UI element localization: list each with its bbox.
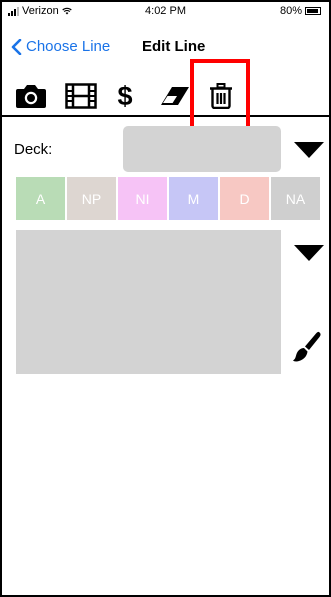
delete-button[interactable]	[204, 81, 238, 111]
status-right: 80%	[280, 5, 321, 17]
category-label: NA	[285, 190, 306, 207]
category-tile-ni[interactable]: NI	[118, 177, 167, 220]
category-label: NI	[135, 190, 150, 207]
category-tile-na[interactable]: NA	[271, 177, 320, 220]
film-icon	[65, 83, 97, 109]
camera-button[interactable]	[14, 81, 48, 111]
back-label: Choose Line	[26, 38, 111, 55]
nav-bar: Choose Line Edit Line	[2, 26, 329, 60]
brush-icon[interactable]	[292, 331, 322, 363]
eraser-button[interactable]	[158, 81, 192, 111]
battery-percent: 80%	[279, 5, 302, 17]
back-button[interactable]: Choose Line	[10, 38, 110, 55]
category-tile-np[interactable]: NP	[67, 177, 116, 220]
eraser-icon	[161, 87, 189, 105]
category-label: A	[35, 190, 46, 207]
page-title: Edit Line	[142, 38, 206, 55]
deck-label: Deck:	[14, 141, 53, 158]
category-row: A NP NI M D NA	[16, 177, 320, 220]
film-button[interactable]	[64, 81, 98, 111]
category-label: D	[239, 190, 250, 207]
notes-area[interactable]	[16, 230, 281, 374]
dollar-button[interactable]: $	[108, 81, 142, 111]
category-label: M	[187, 190, 200, 207]
chevron-left-icon	[11, 38, 22, 55]
notes-dropdown-icon[interactable]	[294, 245, 324, 261]
camera-icon	[16, 85, 46, 108]
deck-field[interactable]	[123, 126, 281, 172]
dollar-icon: $	[117, 80, 133, 111]
toolbar: $	[2, 65, 329, 117]
status-bar: Verizon 4:02 PM 80%	[2, 2, 329, 20]
category-tile-a[interactable]: A	[16, 177, 65, 220]
trash-icon	[210, 83, 232, 109]
battery-icon	[305, 7, 321, 15]
deck-dropdown-icon[interactable]	[294, 142, 324, 158]
phone-frame: Verizon 4:02 PM 80% Choose Line Edit Lin…	[0, 0, 331, 597]
category-tile-m[interactable]: M	[169, 177, 218, 220]
category-tile-d[interactable]: D	[220, 177, 269, 220]
category-label: NP	[81, 190, 102, 207]
